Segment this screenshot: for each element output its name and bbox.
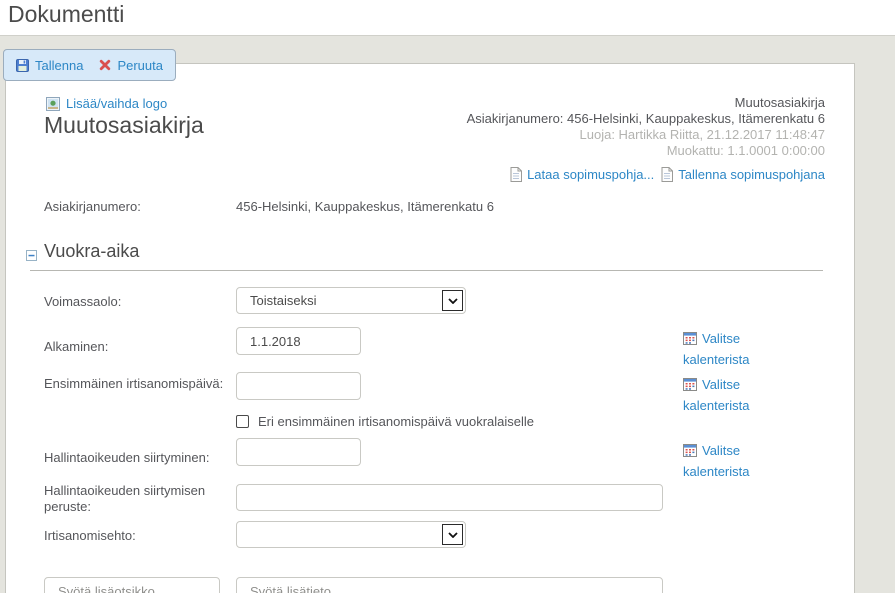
calendar-icon bbox=[683, 332, 697, 345]
lisaotsikko-input[interactable] bbox=[44, 577, 220, 593]
save-button[interactable]: Tallenna bbox=[16, 58, 83, 73]
section-title: Vuokra-aika bbox=[44, 241, 139, 262]
meta-creator: Luoja: Hartikka Riitta, 21.12.2017 11:48… bbox=[467, 127, 825, 143]
cancel-icon bbox=[99, 59, 111, 71]
save-icon bbox=[16, 59, 29, 72]
siirtyminen-label: Hallintaoikeuden siirtyminen: bbox=[44, 450, 231, 466]
meta-type: Muutosasiakirja bbox=[467, 95, 825, 111]
meta-modified: Muokattu: 1.1.0001 0:00:00 bbox=[467, 143, 825, 159]
calendar-icon bbox=[683, 378, 697, 391]
image-icon bbox=[46, 97, 60, 111]
page-title: Dokumentti bbox=[8, 1, 124, 28]
section-divider bbox=[30, 270, 823, 271]
calendar-link-alkaminen[interactable]: Valitse kalenterista bbox=[683, 328, 779, 370]
different-termination-row: Eri ensimmäinen irtisanomispäivä vuokral… bbox=[236, 414, 534, 429]
chevron-down-icon bbox=[442, 290, 463, 311]
add-logo-label: Lisää/vaihda logo bbox=[66, 96, 167, 111]
voimassaolo-label: Voimassaolo: bbox=[44, 294, 231, 310]
irtisanomisehto-select[interactable] bbox=[236, 521, 466, 548]
calendar-link-siirtyminen[interactable]: Valitse kalenterista bbox=[683, 440, 779, 482]
document-meta: Muutosasiakirja Asiakirjanumero: 456-Hel… bbox=[467, 95, 825, 159]
ensimmainen-input[interactable] bbox=[236, 372, 361, 400]
screen: Dokumentti Tallenna Peruuta bbox=[0, 0, 895, 593]
lisatieto-input[interactable] bbox=[236, 577, 663, 593]
meta-number: Asiakirjanumero: 456-Helsinki, Kauppakes… bbox=[467, 111, 825, 127]
save-template-link[interactable]: Tallenna sopimuspohjana bbox=[678, 167, 825, 182]
voimassaolo-select[interactable]: Toistaiseksi bbox=[236, 287, 466, 314]
document-title: Muutosasiakirja bbox=[44, 112, 204, 139]
load-template-link[interactable]: Lataa sopimuspohja... bbox=[527, 167, 654, 182]
number-value: 456-Helsinki, Kauppakeskus, Itämerenkatu… bbox=[236, 199, 494, 214]
number-label: Asiakirjanumero: bbox=[44, 199, 231, 215]
add-logo-link[interactable]: Lisää/vaihda logo bbox=[46, 96, 167, 111]
different-termination-checkbox[interactable] bbox=[236, 415, 249, 428]
chevron-down-icon bbox=[442, 524, 463, 545]
collapse-section-icon[interactable] bbox=[26, 248, 37, 259]
peruste-label: Hallintaoikeuden siirtymisen peruste: bbox=[44, 483, 231, 515]
calendar-icon bbox=[683, 444, 697, 457]
voimassaolo-selected-value: Toistaiseksi bbox=[237, 293, 442, 308]
calendar-link-ensimmainen[interactable]: Valitse kalenterista bbox=[683, 374, 779, 416]
ensimmainen-label: Ensimmäinen irtisanomispäivä: bbox=[44, 376, 231, 392]
toolbar: Tallenna Peruuta bbox=[3, 49, 176, 81]
different-termination-label: Eri ensimmäinen irtisanomispäivä vuokral… bbox=[258, 414, 534, 429]
document-icon bbox=[510, 167, 522, 182]
irtisanomisehto-label: Irtisanomisehto: bbox=[44, 528, 231, 544]
cancel-button[interactable]: Peruuta bbox=[99, 58, 163, 73]
siirtyminen-input[interactable] bbox=[236, 438, 361, 466]
peruste-input[interactable] bbox=[236, 484, 663, 511]
save-label: Tallenna bbox=[35, 58, 83, 73]
template-links: Lataa sopimuspohja... Tallenna sopimuspo… bbox=[510, 167, 825, 182]
document-icon bbox=[661, 167, 673, 182]
alkaminen-label: Alkaminen: bbox=[44, 339, 231, 355]
alkaminen-input[interactable] bbox=[236, 327, 361, 355]
cancel-label: Peruuta bbox=[117, 58, 163, 73]
